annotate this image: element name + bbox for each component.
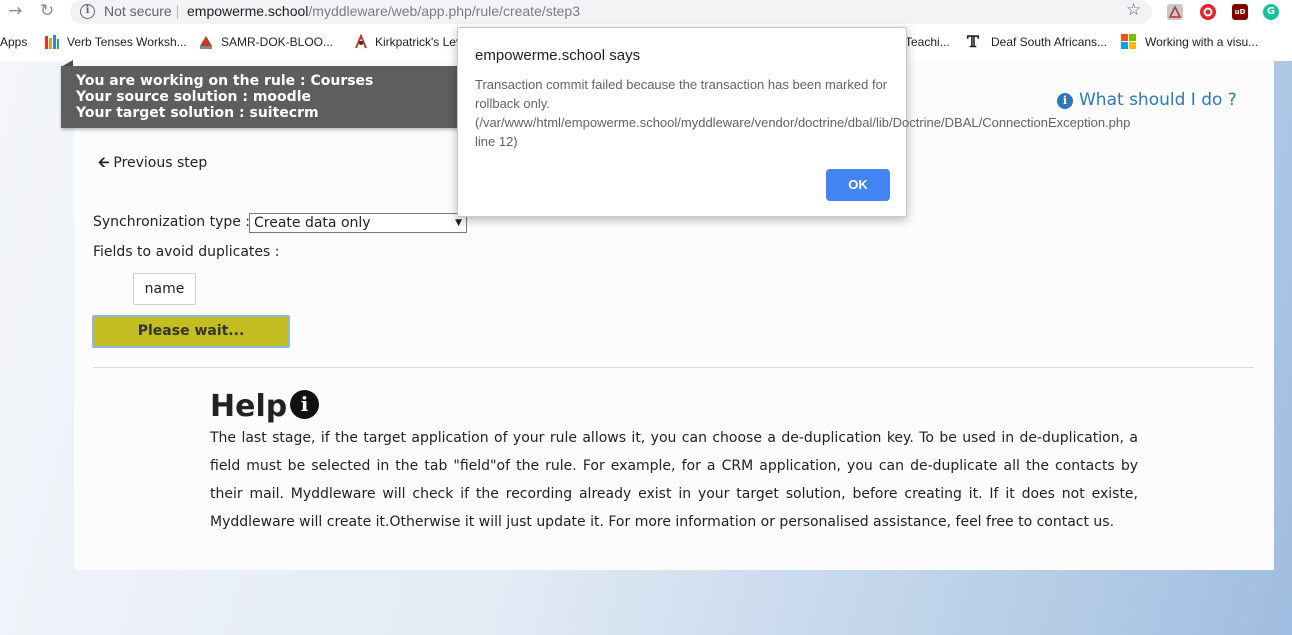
bookmark-apps[interactable]: Apps [0, 35, 27, 49]
dialog-ok-button[interactable]: OK [826, 169, 890, 201]
dialog-title: empowerme.school says [475, 47, 641, 64]
grammarly-extension-icon[interactable]: G [1263, 4, 1279, 20]
arrow-left-icon: 🡨 [98, 155, 110, 171]
bookmark-working-visual[interactable]: Working with a visu... [1145, 35, 1258, 49]
info-circle-icon[interactable]: i [80, 4, 95, 19]
url-path: /myddleware/web/app.php/rule/create/step… [308, 3, 580, 19]
sync-type-select[interactable]: Create data only ▼ [249, 213, 467, 233]
ad-block-extension-icon[interactable] [1200, 4, 1216, 20]
books-icon [44, 34, 60, 50]
target-solution: Your target solution : suitecrm [76, 105, 319, 121]
kirkpatrick-site-icon [353, 33, 369, 50]
address-divider [177, 5, 178, 19]
rule-info-banner: You are working on the rule : Courses Yo… [61, 66, 477, 128]
what-should-i-do-label: What should I do ? [1079, 90, 1237, 110]
bookmark-verb-tenses[interactable]: Verb Tenses Worksh... [67, 35, 187, 49]
back-arrow-icon[interactable]: → [8, 1, 22, 21]
alert-dialog: empowerme.school says Transaction commit… [457, 27, 1131, 217]
info-circle-icon: i [290, 390, 319, 419]
browser-toolbar: → ↻ i Not secure empowerme.school/myddle… [0, 0, 1292, 24]
reload-icon[interactable]: ↻ [40, 1, 54, 21]
star-icon[interactable]: ☆ [1126, 0, 1141, 20]
dialog-message: Transaction commit failed because the tr… [475, 77, 1131, 149]
bookmark-deaf-south-africans[interactable]: Deaf South Africans... [991, 35, 1107, 49]
microsoft-icon [1121, 34, 1137, 50]
bookmark-samr[interactable]: SAMR-DOK-BLOO... [221, 35, 333, 49]
url-text[interactable]: empowerme.school/myddleware/web/app.php/… [187, 3, 580, 19]
section-divider [93, 367, 1254, 368]
previous-step-link[interactable]: 🡨 Previous step [98, 152, 207, 176]
bookmark-kirkpatrick[interactable]: Kirkpatrick's Lev [375, 35, 462, 49]
security-label: Not secure [104, 3, 172, 19]
rule-name: You are working on the rule : Courses [76, 73, 374, 89]
samr-site-icon [198, 34, 214, 50]
help-text: The last stage, if the target applicatio… [210, 430, 1138, 530]
help-title: Help [210, 389, 288, 424]
duplicate-field-name[interactable]: name [133, 273, 196, 305]
source-solution: Your source solution : moodle [76, 89, 311, 105]
what-should-i-do-link[interactable]: i What should I do ? [1057, 90, 1237, 110]
url-host: empowerme.school [187, 3, 309, 19]
pdf-extension-icon[interactable] [1167, 4, 1183, 20]
bookmark-teaching[interactable]: Teachi... [905, 35, 950, 49]
ublock-extension-icon[interactable]: uD [1232, 4, 1248, 20]
telegraph-icon: 𝕋 [967, 32, 979, 51]
duplicates-label: Fields to avoid duplicates : [93, 244, 280, 260]
sync-type-value: Create data only [254, 215, 371, 231]
sync-type-label: Synchronization type : [93, 214, 251, 230]
info-circle-icon: i [1057, 93, 1073, 109]
previous-step-label: Previous step [113, 155, 208, 171]
please-wait-button[interactable]: Please wait... [92, 315, 290, 348]
